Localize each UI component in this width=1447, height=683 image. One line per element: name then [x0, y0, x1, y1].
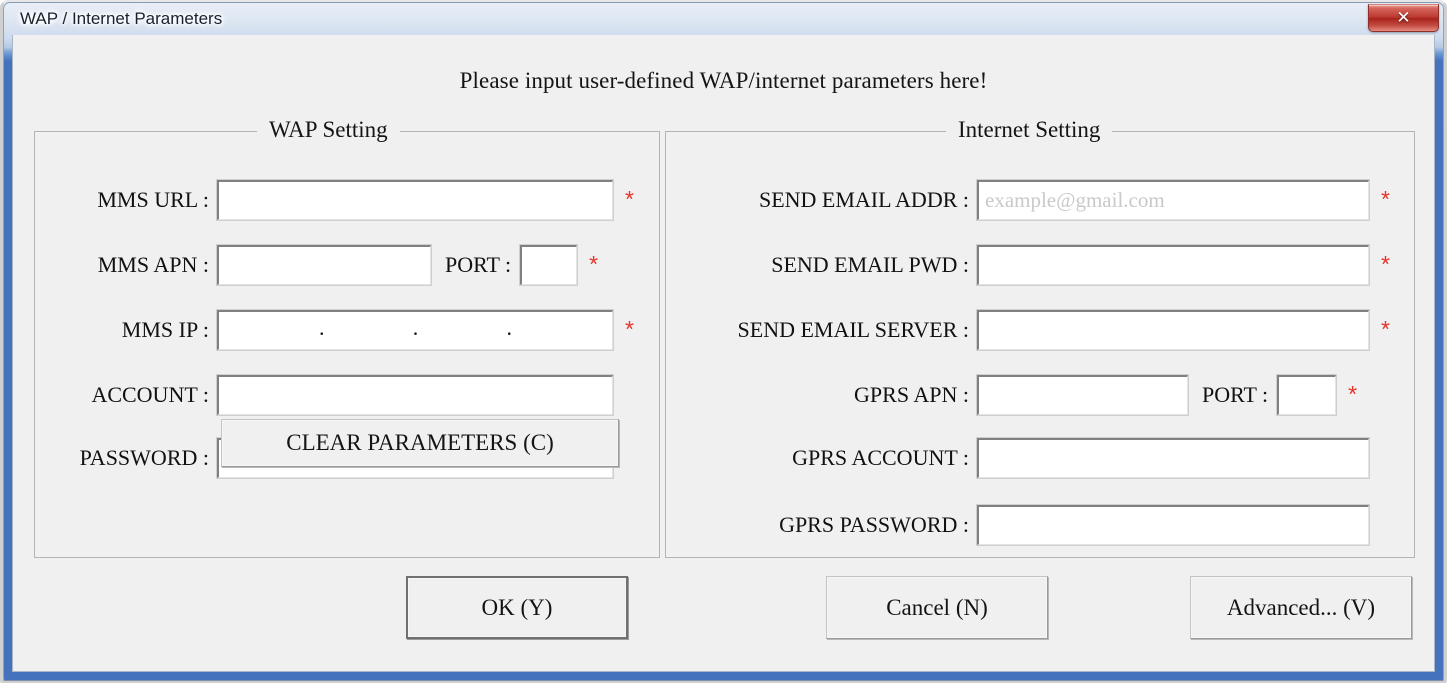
send-email-server-input[interactable] — [976, 309, 1370, 351]
gprs-port-input[interactable] — [1276, 374, 1338, 416]
wap-setting-group-title: WAP Setting — [257, 117, 400, 143]
mms-ip-separator-3: . — [506, 314, 513, 340]
gprs-password-label: GPRS PASSWORD : — [779, 512, 969, 537]
send-email-pwd-required-marker: * — [1381, 250, 1390, 277]
send-email-server-label: SEND EMAIL SERVER : — [737, 317, 969, 342]
field-row-gprs-password: GPRS PASSWORD : — [689, 504, 1370, 546]
mms-ip-required-marker: * — [625, 315, 634, 342]
mms-ip-label: MMS IP : — [121, 317, 209, 342]
close-icon: ✕ — [1396, 8, 1411, 27]
account-label: ACCOUNT : — [91, 382, 209, 407]
mms-url-label: MMS URL : — [97, 187, 209, 212]
advanced-button[interactable]: Advanced... (V) — [1190, 576, 1412, 639]
send-email-pwd-input[interactable] — [976, 244, 1370, 286]
mms-url-required-marker: * — [625, 185, 634, 212]
title-bar[interactable]: WAP / Internet Parameters — [3, 2, 1444, 36]
gprs-account-input[interactable] — [976, 437, 1370, 479]
mms-ip-input[interactable]: . . . — [216, 309, 614, 351]
field-row-gprs-account: GPRS ACCOUNT : — [689, 437, 1370, 479]
gprs-apn-required-marker: * — [1348, 380, 1358, 407]
window-title: WAP / Internet Parameters — [20, 9, 223, 28]
gprs-apn-label: GPRS APN : — [854, 382, 969, 407]
clear-parameters-button[interactable]: CLEAR PARAMETERS (C) — [221, 419, 619, 467]
gprs-password-input[interactable] — [976, 504, 1370, 546]
field-row-mms-apn: MMS APN : PORT : * — [64, 244, 599, 286]
mms-apn-label: MMS APN : — [97, 252, 209, 277]
mms-ip-separator-1: . — [319, 314, 325, 340]
wap-internet-parameters-window: WAP / Internet Parameters ✕ Please input… — [0, 0, 1447, 683]
field-row-send-email-pwd: SEND EMAIL PWD : * — [689, 244, 1390, 286]
send-email-addr-input[interactable]: example@gmail.com — [976, 179, 1370, 221]
internet-setting-group-title: Internet Setting — [946, 117, 1113, 143]
send-email-addr-required-marker: * — [1381, 185, 1390, 212]
cancel-button[interactable]: Cancel (N) — [826, 576, 1048, 639]
password-label: PASSWORD : — [79, 445, 209, 470]
mms-url-input[interactable] — [216, 179, 614, 221]
close-button[interactable]: ✕ — [1368, 4, 1439, 32]
field-row-gprs-apn: GPRS APN : PORT : * — [689, 374, 1358, 416]
field-row-account: ACCOUNT : — [64, 374, 614, 416]
mms-port-label: PORT : — [445, 252, 512, 277]
field-row-mms-ip: MMS IP : . . . * — [64, 309, 634, 351]
mms-apn-required-marker: * — [589, 250, 599, 277]
gprs-apn-input[interactable] — [976, 374, 1189, 416]
dialog-client-area: Please input user-defined WAP/internet p… — [12, 35, 1435, 672]
gprs-account-label: GPRS ACCOUNT : — [792, 445, 969, 470]
mms-port-input[interactable] — [519, 244, 579, 286]
account-input[interactable] — [216, 374, 614, 416]
instruction-text: Please input user-defined WAP/internet p… — [459, 68, 988, 93]
send-email-pwd-label: SEND EMAIL PWD : — [771, 252, 969, 277]
mms-apn-input[interactable] — [216, 244, 432, 286]
ok-button[interactable]: OK (Y) — [406, 576, 628, 639]
mms-ip-separator-2: . — [412, 314, 419, 340]
send-email-addr-label: SEND EMAIL ADDR : — [758, 187, 969, 212]
send-email-addr-placeholder: example@gmail.com — [985, 188, 1165, 212]
gprs-port-label: PORT : — [1202, 382, 1269, 407]
field-row-send-email-addr: SEND EMAIL ADDR : example@gmail.com * — [689, 179, 1390, 221]
send-email-server-required-marker: * — [1381, 315, 1390, 342]
field-row-send-email-server: SEND EMAIL SERVER : * — [689, 309, 1390, 351]
field-row-mms-url: MMS URL : * — [64, 179, 634, 221]
